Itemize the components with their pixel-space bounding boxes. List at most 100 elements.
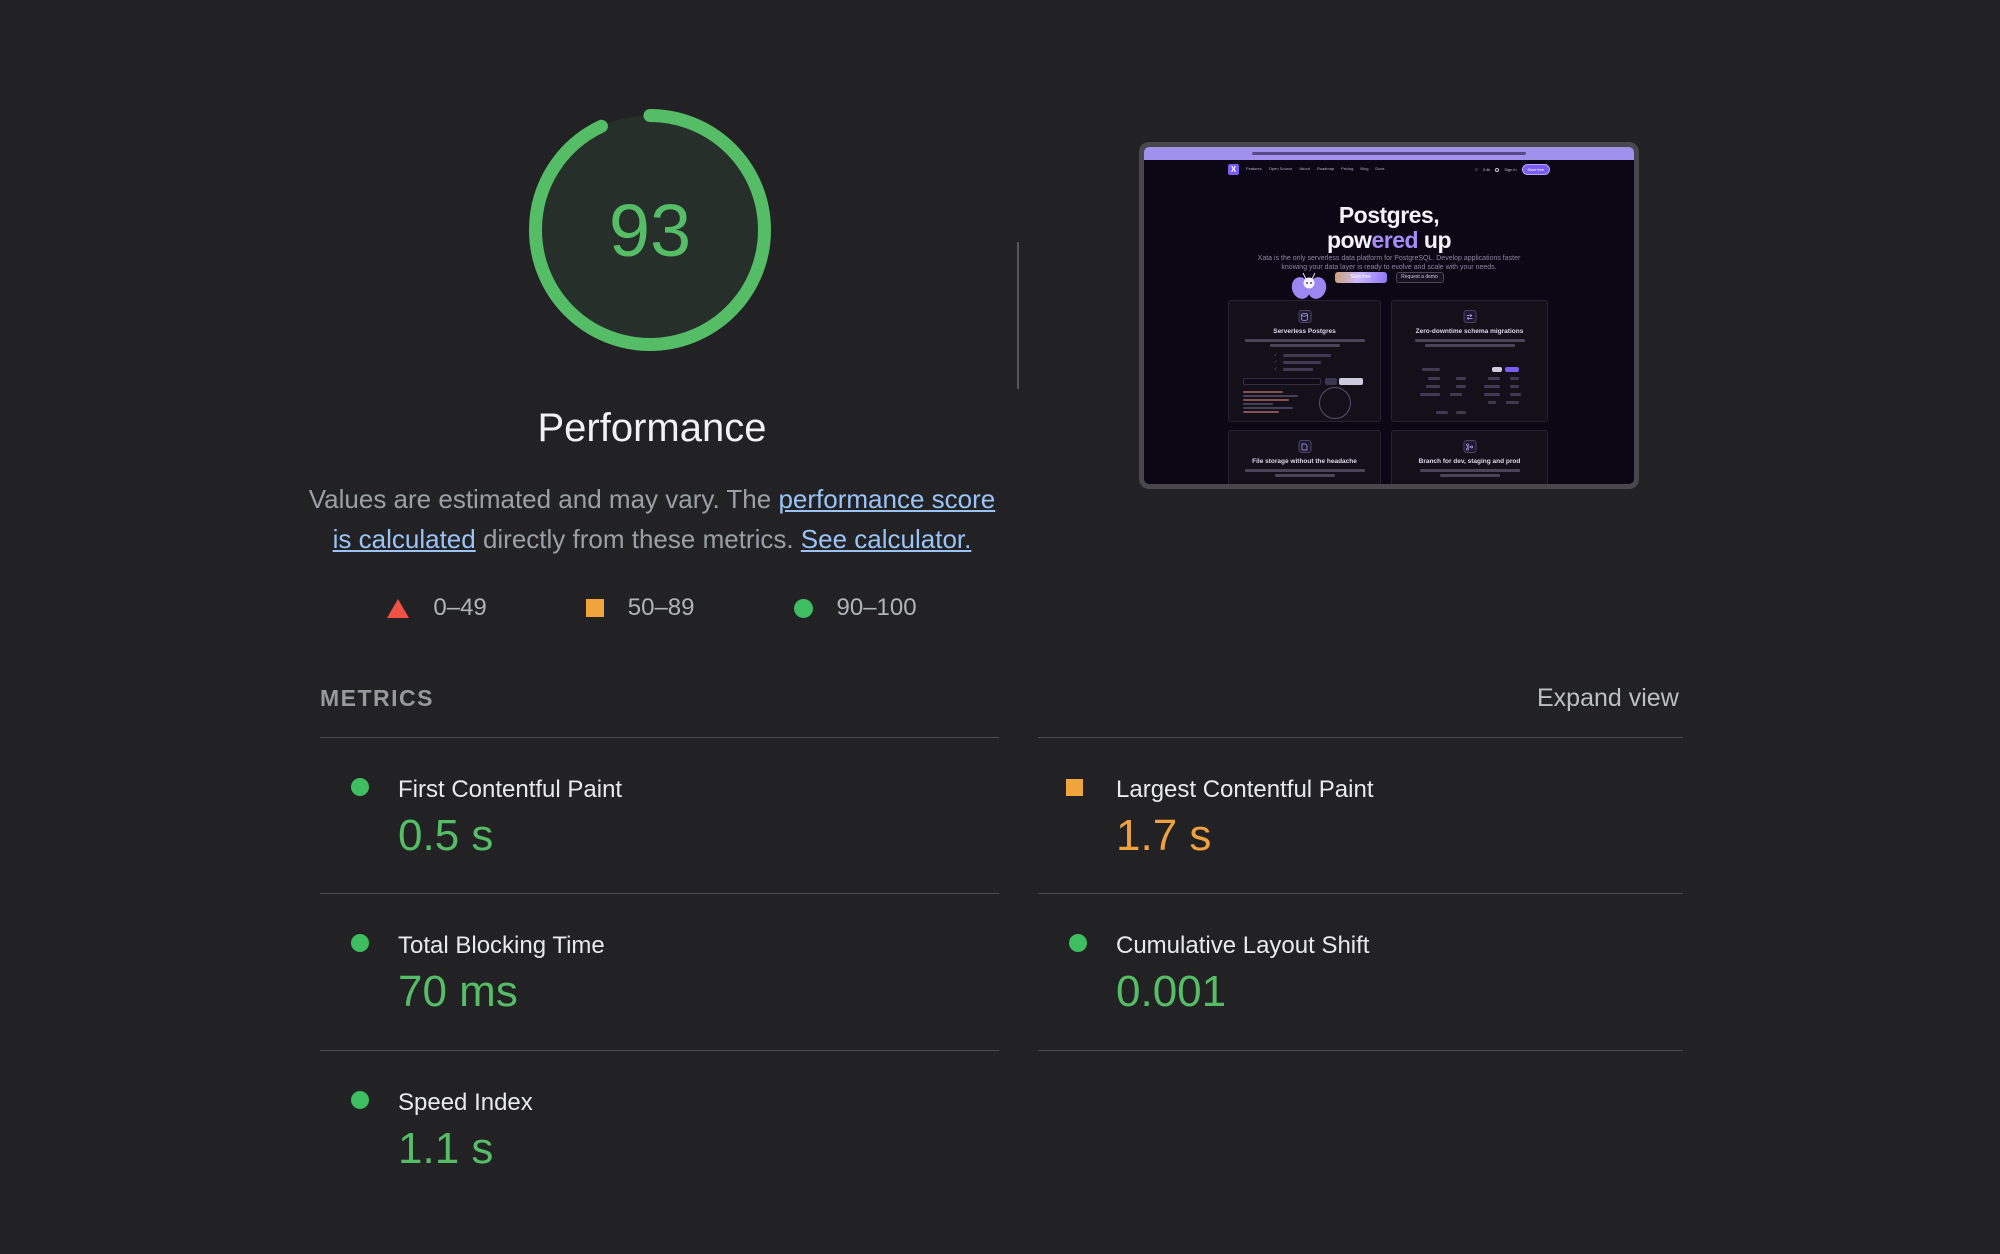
file-icon: [1298, 440, 1311, 453]
score-description-line2: is calculated directly from these metric…: [252, 519, 1052, 559]
metric-cumulative-layout-shift: Cumulative Layout Shift 0.001: [1038, 893, 1683, 1046]
nav-cta-button: Start free: [1522, 164, 1550, 175]
good-circle-icon: [351, 934, 369, 952]
branch-icon: [1463, 440, 1476, 453]
divider: [1038, 1050, 1683, 1051]
announcement-banner: [1144, 147, 1634, 160]
metric-name: First Contentful Paint: [398, 776, 622, 804]
github-stars-icon: ○: [1475, 167, 1478, 173]
feature-card-file-storage: File storage without the headache: [1228, 430, 1381, 489]
table-cell-bar: [1428, 377, 1440, 380]
blurred-text-line: [1283, 368, 1313, 371]
table-cell-bar: [1510, 393, 1521, 396]
hero-title-line1: Postgres,: [1144, 202, 1634, 229]
thumb-nav-right: ○ 3.4k Sign in Start free: [1466, 164, 1550, 175]
feature-card-serverless-postgres: Serverless Postgres ✓ ✓ ✓: [1228, 300, 1381, 422]
metric-value: 1.7 s: [1116, 811, 1211, 861]
score-calculation-link[interactable]: performance score: [778, 484, 995, 514]
thumb-nav-item: About: [1299, 166, 1309, 171]
table-cell-bar: [1506, 401, 1519, 404]
metric-value: 1.1 s: [398, 1124, 493, 1174]
metric-first-contentful-paint: First Contentful Paint 0.5 s: [320, 737, 999, 890]
table-cell-bar: [1456, 385, 1466, 388]
blurred-text-line: [1420, 469, 1520, 472]
butterfly-mascot-icon: [1290, 271, 1328, 303]
elephant-doodle: [1319, 387, 1351, 419]
hero-buttons: Start free Request a demo: [1144, 272, 1634, 283]
blurred-text-line: [1283, 361, 1321, 364]
code-line: [1243, 395, 1298, 397]
mini-search-input: [1243, 378, 1321, 385]
request-demo-button: Request a demo: [1396, 272, 1444, 283]
average-square-icon: [1066, 779, 1083, 796]
card-title: Serverless Postgres: [1229, 328, 1380, 335]
table-cell-bar: [1456, 411, 1466, 414]
metric-value: 0.001: [1116, 967, 1226, 1017]
thumb-nav-menu: Features Open Source About Roadmap Prici…: [1246, 166, 1446, 171]
good-circle-icon: [351, 778, 369, 796]
table-cell-bar: [1488, 401, 1496, 404]
code-line: [1243, 411, 1279, 413]
check-icon: ✓: [1274, 359, 1277, 364]
see-calculator-link[interactable]: See calculator.: [801, 524, 972, 554]
performance-score-value: 93: [529, 109, 771, 351]
legend-range-good: 90–100: [794, 594, 917, 622]
blurred-text-line: [1245, 469, 1365, 472]
code-line: [1243, 399, 1289, 401]
metric-name: Cumulative Layout Shift: [1116, 932, 1369, 960]
metric-value: 0.5 s: [398, 811, 493, 861]
table-cell-bar: [1488, 377, 1500, 380]
feature-card-schema-migrations: Zero-downtime schema migrations: [1391, 300, 1548, 422]
page-screenshot-thumbnail[interactable]: X Features Open Source About Roadmap Pri…: [1139, 142, 1639, 489]
thumb-nav-item: Pricing: [1341, 166, 1353, 171]
database-icon: [1298, 310, 1311, 323]
expand-view-clip: Expand view: [1537, 684, 1684, 716]
page-title: Performance: [252, 406, 1052, 451]
metrics-section-title: METRICS: [320, 685, 434, 712]
card-title: Zero-downtime schema migrations: [1392, 328, 1547, 335]
banner-text-placeholder: [1252, 152, 1526, 155]
thumb-nav-item: Docs: [1375, 166, 1384, 171]
table-cell-bar: [1484, 385, 1500, 388]
mini-chip: [1492, 367, 1502, 372]
blurred-text-line: [1415, 339, 1525, 342]
score-calculation-link-2[interactable]: is calculated: [333, 524, 476, 554]
blurred-text-line: [1425, 344, 1515, 347]
metric-name: Speed Index: [398, 1089, 533, 1117]
hero-title-line2: powered up: [1144, 227, 1634, 254]
code-line: [1243, 391, 1283, 393]
metric-name: Largest Contentful Paint: [1116, 776, 1374, 804]
blurred-text-line: [1245, 339, 1365, 342]
feature-card-branching: Branch for dev, staging and prod: [1391, 430, 1548, 489]
code-line: [1243, 403, 1273, 405]
table-cell-bar: [1436, 411, 1448, 414]
blurred-text-line: [1275, 474, 1335, 477]
migrate-arrows-icon: [1463, 310, 1476, 323]
metric-name: Total Blocking Time: [398, 932, 605, 960]
start-free-button: Start free: [1335, 272, 1387, 283]
metric-largest-contentful-paint: Largest Contentful Paint 1.7 s: [1038, 737, 1683, 890]
mini-chip: [1339, 378, 1363, 385]
table-cell-bar: [1510, 385, 1519, 388]
expand-view-button[interactable]: Expand view: [1537, 684, 1679, 712]
github-stars-count: 3.4k: [1483, 167, 1491, 172]
thumb-nav-item: Roadmap: [1317, 166, 1334, 171]
legend-range-poor: 0–49: [387, 594, 486, 622]
thumb-nav-item: Features: [1246, 166, 1262, 171]
table-cell-bar: [1422, 368, 1440, 371]
table-cell-bar: [1426, 385, 1440, 388]
thumb-nav-item: Open Source: [1269, 166, 1293, 171]
hero-subtitle-line1: Xata is the only serverless data platfor…: [1144, 255, 1634, 262]
table-cell-bar: [1456, 377, 1466, 380]
card-title: Branch for dev, staging and prod: [1392, 458, 1547, 465]
search-icon: [1495, 168, 1499, 172]
lighthouse-performance-report: 93 Performance Values are estimated and …: [0, 0, 2000, 1254]
hero-subtitle-line2: knowing your data layer is ready to evol…: [1144, 264, 1634, 271]
column-separator: [1017, 242, 1019, 389]
good-circle-icon: [351, 1091, 369, 1109]
mini-chip: [1505, 367, 1519, 372]
sign-in-link: Sign in: [1504, 167, 1516, 172]
average-square-icon: [586, 599, 604, 617]
table-cell-bar: [1510, 377, 1519, 380]
poor-triangle-icon: [387, 599, 409, 618]
